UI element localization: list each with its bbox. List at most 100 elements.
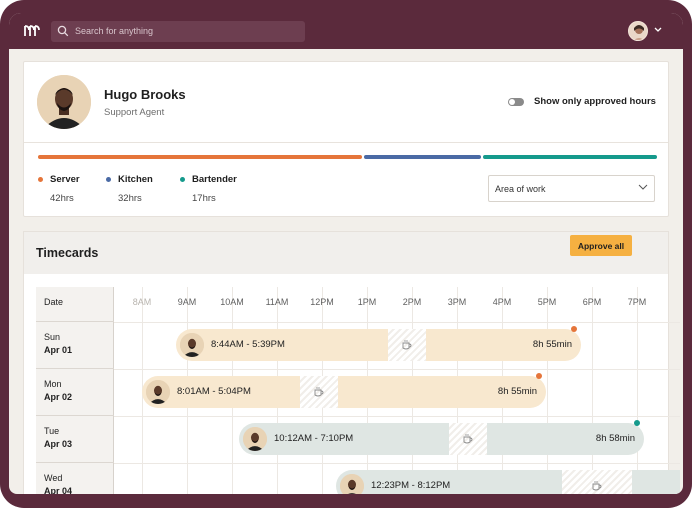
break-block: [300, 376, 338, 408]
employee-name: Hugo Brooks: [104, 87, 186, 102]
day-name: Wed: [44, 473, 63, 483]
employee-photo-icon: [340, 474, 364, 494]
top-bar: Search for anything: [9, 13, 683, 49]
row-divider: [114, 369, 680, 370]
row-divider: [114, 322, 680, 323]
coffee-cup-icon: [592, 481, 602, 491]
date-cell: Tue Apr 03: [36, 416, 114, 463]
device-frame: Search for anything Hugo Brooks Support …: [0, 0, 692, 508]
legend-server-label: Server: [50, 174, 80, 185]
shift-bar[interactable]: 8:44AM - 5:39PM 8h 55min: [176, 329, 581, 361]
hour-label: 11AM: [265, 297, 289, 307]
shift-bar[interactable]: 12:23PM - 8:12PM: [336, 470, 680, 494]
chevron-down-icon[interactable]: [654, 27, 662, 33]
employee-avatar-small: [243, 427, 267, 451]
status-dot-icon: [571, 326, 577, 332]
server-hours-bar: [38, 155, 362, 159]
user-avatar[interactable]: [628, 21, 648, 41]
break-block: [449, 423, 487, 455]
approved-hours-toggle[interactable]: [508, 97, 524, 106]
status-dot-icon: [634, 420, 640, 426]
shift-bar[interactable]: 10:12AM - 7:10PM 8h 58min: [239, 423, 644, 455]
user-avatar-icon: [629, 22, 647, 40]
shift-bar[interactable]: 8:01AM - 5:04PM 8h 55min: [142, 376, 546, 408]
employee-avatar-small: [340, 474, 364, 494]
shift-total: 8h 55min: [497, 386, 537, 397]
hour-label: 9AM: [177, 297, 197, 307]
break-block: [388, 329, 426, 361]
coffee-cup-icon: [314, 387, 324, 397]
hour-label: 2PM: [402, 297, 422, 307]
hour-label: 4PM: [492, 297, 512, 307]
coffee-cup-icon: [402, 340, 412, 350]
shift-total: 8h 55min: [532, 339, 572, 350]
search-input[interactable]: Search for anything: [75, 26, 153, 36]
employee-photo-icon: [243, 427, 267, 451]
hour-label: 6PM: [582, 297, 602, 307]
date-cell: Sun Apr 01: [36, 322, 114, 369]
legend-kitchen: Kitchen 32hrs: [106, 174, 153, 204]
bartender-hours-bar: [483, 155, 657, 159]
area-of-work-value: Area of work: [495, 184, 546, 194]
employee-avatar-small: [146, 380, 170, 404]
legend-server: Server 42hrs: [38, 174, 80, 204]
hour-label: 8AM: [132, 297, 152, 307]
kitchen-dot-icon: [106, 177, 111, 182]
employee-photo-icon: [146, 380, 170, 404]
day-name: Tue: [44, 426, 60, 436]
hour-label: 7PM: [627, 297, 647, 307]
kitchen-hours-bar: [364, 155, 481, 159]
employee-role: Support Agent: [104, 107, 165, 118]
legend-kitchen-hours: 32hrs: [118, 193, 142, 204]
legend-bartender-hours: 17hrs: [192, 193, 216, 204]
timecards-header: Timecards Approve all: [24, 232, 668, 274]
timecards-panel: Timecards Approve all Date Sun Apr 01 Mo…: [23, 231, 680, 494]
employee-photo-icon: [180, 333, 204, 357]
profile-divider: [24, 142, 668, 143]
date-column: Date Sun Apr 01 Mon Apr 02 Tue Apr 03 We…: [36, 287, 114, 494]
bartender-dot-icon: [180, 177, 185, 182]
legend-bartender-label: Bartender: [192, 174, 237, 185]
approve-all-button[interactable]: Approve all: [570, 235, 632, 256]
day-date: Apr 03: [44, 439, 73, 449]
day-name: Mon: [44, 379, 62, 389]
area-of-work-select[interactable]: Area of work: [488, 175, 655, 202]
hour-label: 1PM: [357, 297, 377, 307]
shift-time-range: 12:23PM - 8:12PM: [371, 480, 451, 491]
hour-label: 3PM: [447, 297, 467, 307]
date-column-header: Date: [36, 287, 114, 322]
day-name: Sun: [44, 332, 61, 342]
timecards-grid: Date Sun Apr 01 Mon Apr 02 Tue Apr 03 We…: [36, 287, 680, 494]
app-logo-icon[interactable]: [23, 24, 41, 38]
approved-hours-toggle-group: Show only approved hours: [508, 96, 656, 107]
employee-avatar-small: [180, 333, 204, 357]
hour-label: 12PM: [310, 297, 334, 307]
search-bar[interactable]: Search for anything: [51, 21, 305, 42]
day-date: Apr 02: [44, 392, 73, 402]
legend-bartender: Bartender 17hrs: [180, 174, 237, 204]
chevron-down-icon: [638, 184, 648, 190]
employee-profile-card: Hugo Brooks Support Agent Show only appr…: [23, 61, 669, 217]
coffee-cup-icon: [463, 434, 473, 444]
legend-kitchen-label: Kitchen: [118, 174, 153, 185]
server-dot-icon: [38, 177, 43, 182]
hour-label: 10AM: [220, 297, 244, 307]
shift-time-range: 8:44AM - 5:39PM: [211, 339, 285, 350]
day-date: Apr 01: [44, 345, 73, 355]
shift-time-range: 10:12AM - 7:10PM: [274, 433, 354, 444]
shift-time-range: 8:01AM - 5:04PM: [177, 386, 251, 397]
row-divider: [114, 416, 680, 417]
search-icon: [57, 25, 69, 37]
app-screen: Search for anything Hugo Brooks Support …: [9, 13, 683, 494]
employee-avatar: [37, 75, 91, 129]
row-divider: [114, 463, 680, 464]
approved-hours-label: Show only approved hours: [534, 96, 656, 107]
shift-total: 8h 58min: [595, 433, 635, 444]
legend-server-hours: 42hrs: [50, 193, 74, 204]
timecards-title: Timecards: [36, 246, 99, 260]
hour-label: 5PM: [537, 297, 557, 307]
date-cell: Mon Apr 02: [36, 369, 114, 416]
break-block: [562, 470, 632, 494]
day-date: Apr 04: [44, 486, 73, 494]
date-cell: Wed Apr 04: [36, 463, 114, 494]
